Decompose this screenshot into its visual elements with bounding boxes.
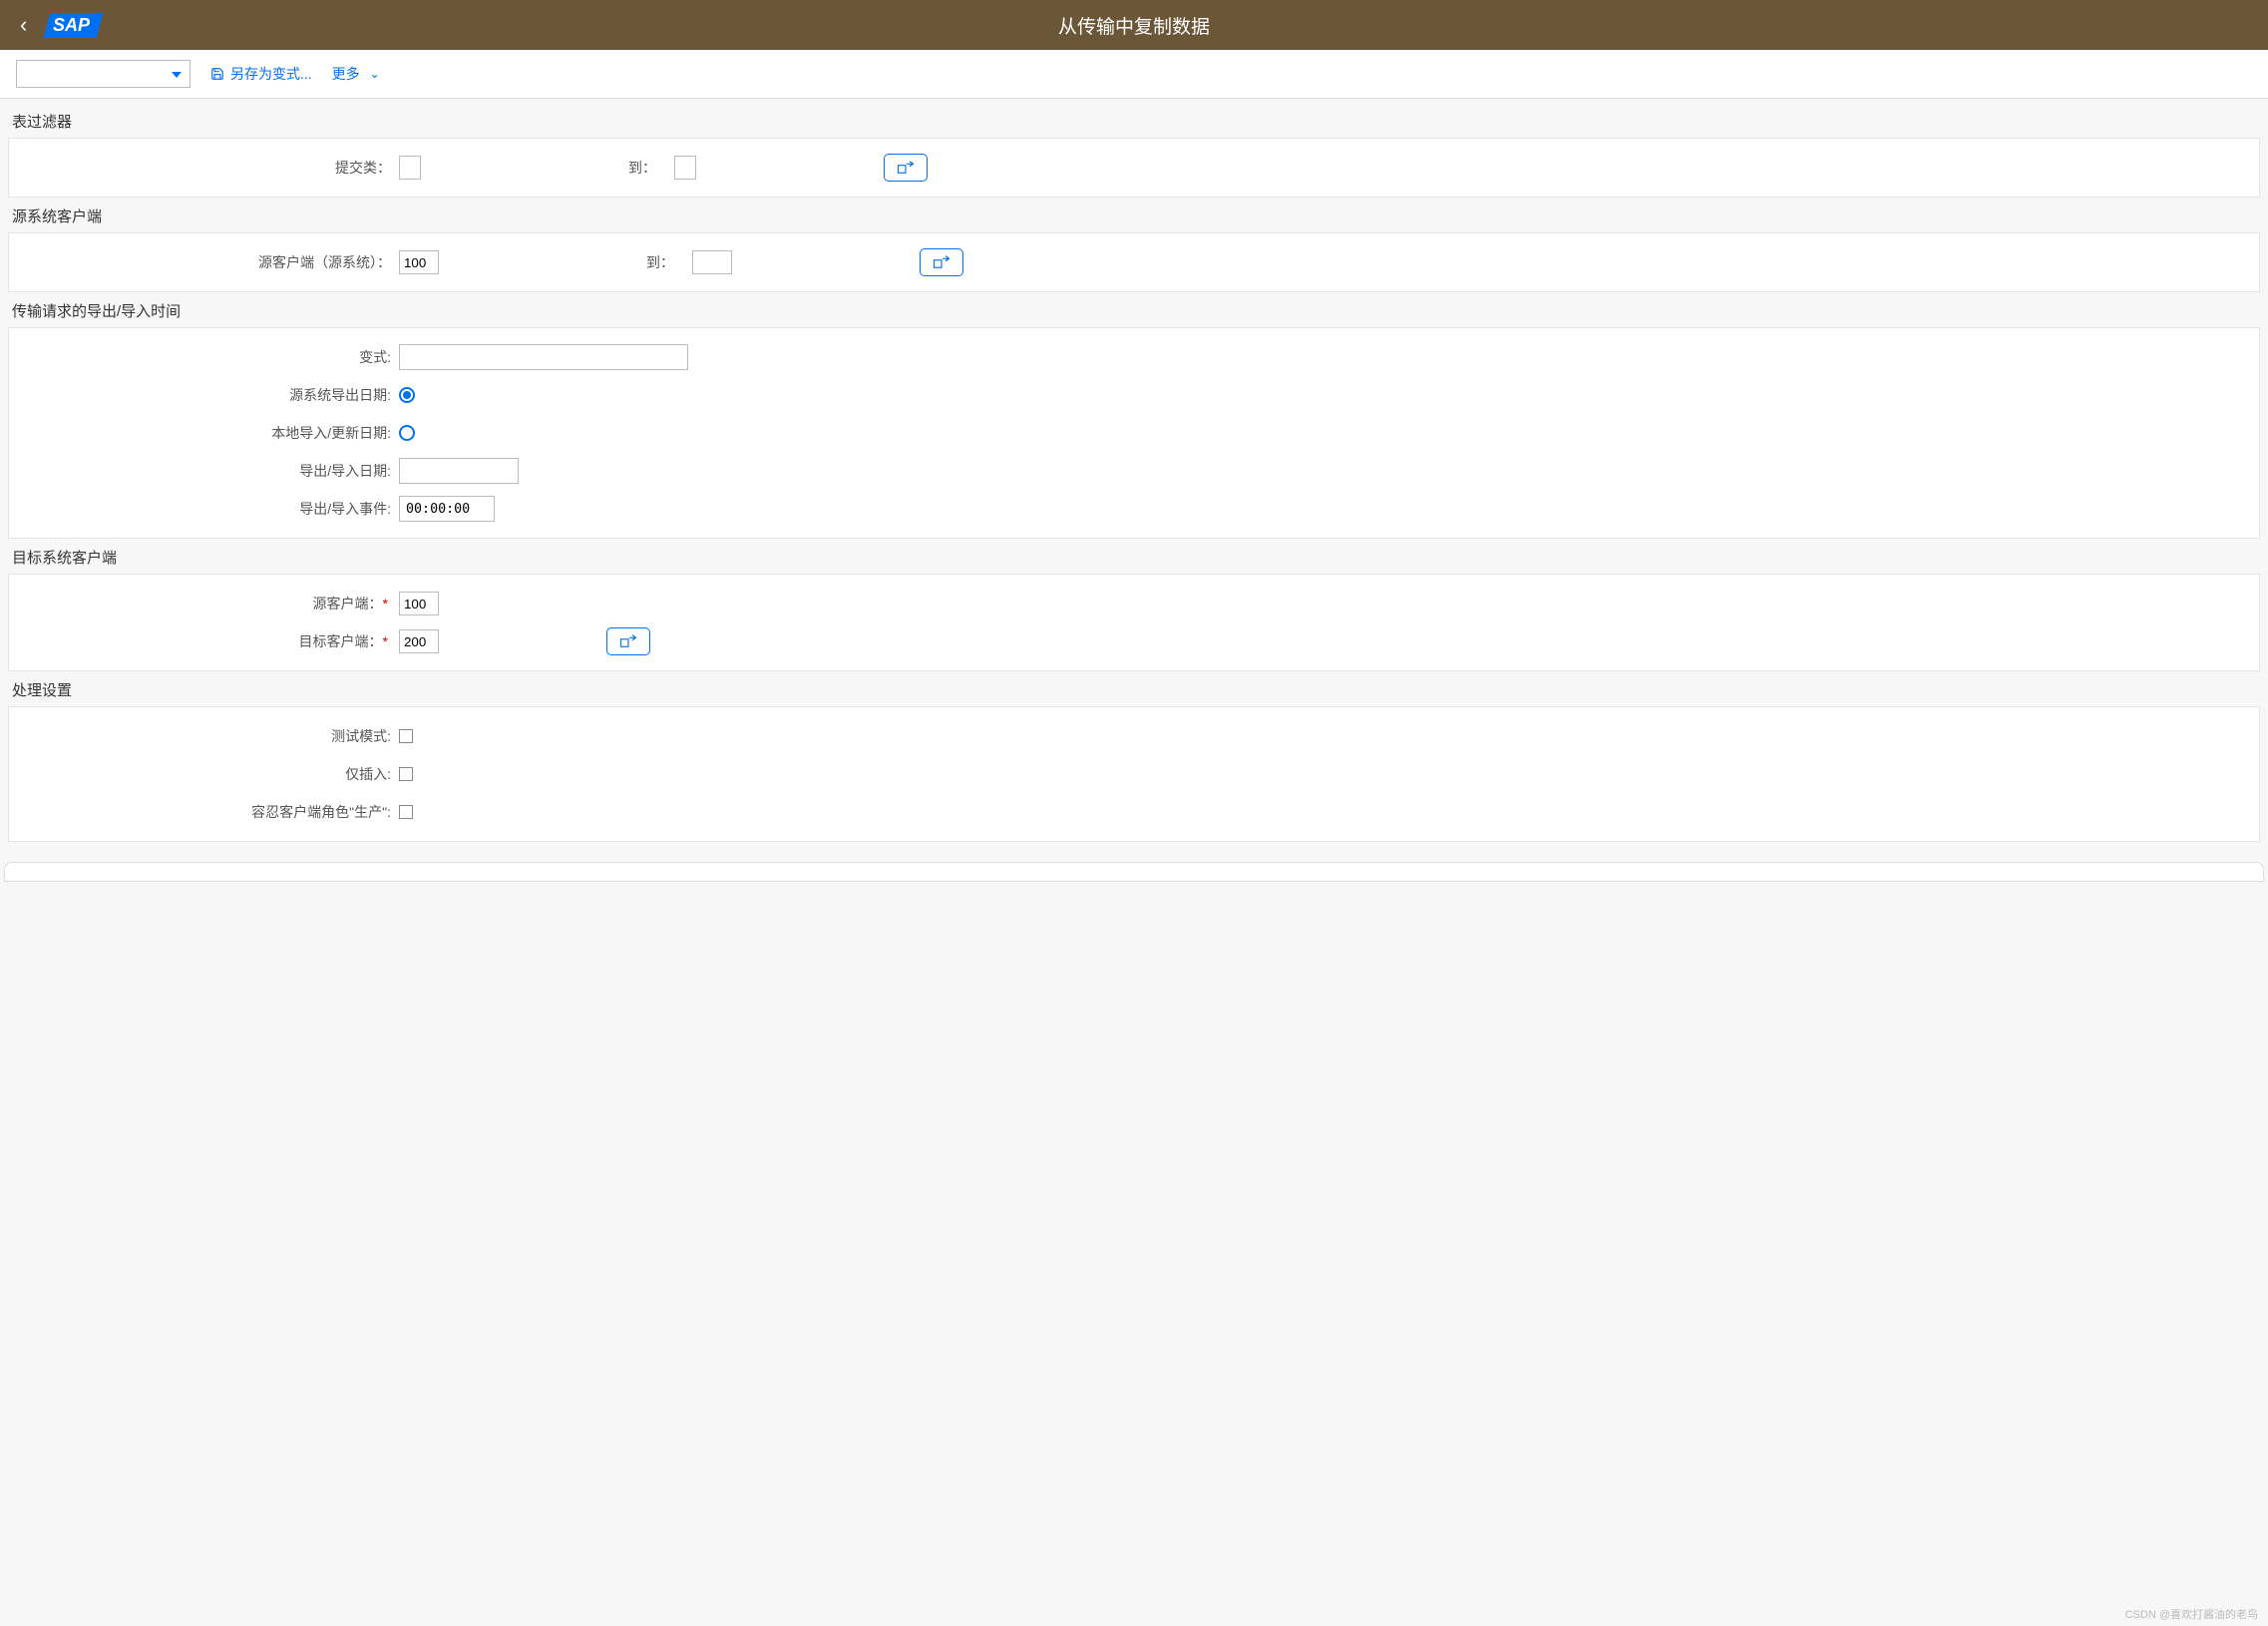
- back-button[interactable]: ‹: [20, 12, 27, 38]
- export-import-event-label: 导出/导入事件:: [25, 499, 399, 519]
- target-client-label: 目标客户端：*: [25, 631, 399, 651]
- form-field: 到：: [399, 154, 2243, 182]
- tolerate-prod-checkbox[interactable]: [399, 805, 413, 819]
- more-button[interactable]: 更多 ⌄: [332, 64, 380, 84]
- insert-only-label: 仅插入:: [25, 764, 399, 784]
- form-row-variant: 变式:: [25, 338, 2243, 376]
- form-field: [399, 425, 2243, 441]
- form-row-export-import-date: 导出/导入日期:: [25, 452, 2243, 490]
- form-field: [399, 592, 2243, 615]
- insert-only-checkbox[interactable]: [399, 767, 413, 781]
- section-title-processing: 处理设置: [8, 679, 2260, 700]
- save-icon: [210, 67, 224, 81]
- test-mode-label: 测试模式:: [25, 726, 399, 746]
- multiple-selection-button[interactable]: [884, 154, 928, 182]
- chevron-down-icon: ⌄: [370, 67, 380, 81]
- content-area: 表过滤器 提交类： 到： 源系统客户端: [0, 99, 2268, 862]
- multiple-selection-button[interactable]: [920, 248, 963, 276]
- section-target-client: 目标系统客户端 源客户端：* 目标客户端：*: [8, 547, 2260, 671]
- app-header: ‹ SAP 从传输中复制数据: [0, 0, 2268, 50]
- form-field: [399, 458, 2243, 484]
- to-label: 到：: [628, 158, 656, 178]
- section-title-source-client: 源系统客户端: [8, 205, 2260, 226]
- form-row-target-client: 目标客户端：*: [25, 622, 2243, 660]
- variant-label: 变式:: [25, 347, 399, 367]
- submit-type-label: 提交类：: [25, 158, 399, 178]
- submit-type-to-input[interactable]: [674, 156, 696, 180]
- submit-type-input[interactable]: [399, 156, 421, 180]
- section-body: 源客户端（源系统）： 到：: [8, 232, 2260, 292]
- multiple-selection-icon: [897, 161, 915, 175]
- variant-select[interactable]: [16, 60, 190, 88]
- save-as-variant-label: 另存为变式...: [230, 64, 312, 84]
- form-field: 到：: [399, 248, 2243, 276]
- export-date-radio[interactable]: [399, 387, 415, 403]
- page-title: 从传输中复制数据: [1058, 12, 1210, 39]
- form-field: [399, 767, 2243, 781]
- form-field: [399, 387, 2243, 403]
- section-title-transport-time: 传输请求的导出/导入时间: [8, 300, 2260, 321]
- required-indicator: *: [383, 596, 388, 611]
- section-title-table-filter: 表过滤器: [8, 111, 2260, 132]
- multiple-selection-icon: [619, 634, 637, 648]
- footer-bar: [4, 862, 2264, 882]
- section-body: 变式: 源系统导出日期: 本地导入/更新日期: 导出/导入日期:: [8, 327, 2260, 539]
- form-field: [399, 627, 2243, 655]
- test-mode-checkbox[interactable]: [399, 729, 413, 743]
- local-import-radio[interactable]: [399, 425, 415, 441]
- target-source-client-label: 源客户端：*: [25, 594, 399, 613]
- section-source-client: 源系统客户端 源客户端（源系统）： 到：: [8, 205, 2260, 292]
- section-body: 提交类： 到：: [8, 138, 2260, 198]
- source-client-input[interactable]: [399, 250, 439, 274]
- form-field: [399, 496, 2243, 522]
- section-title-target-client: 目标系统客户端: [8, 547, 2260, 568]
- local-import-label: 本地导入/更新日期:: [25, 423, 399, 443]
- variant-input[interactable]: [399, 344, 688, 370]
- export-import-date-label: 导出/导入日期:: [25, 461, 399, 481]
- form-field: [399, 344, 2243, 370]
- form-row-local-import: 本地导入/更新日期:: [25, 414, 2243, 452]
- export-import-date-input[interactable]: [399, 458, 519, 484]
- more-label: 更多: [332, 64, 360, 84]
- source-client-to-input[interactable]: [692, 250, 732, 274]
- form-row-export-date: 源系统导出日期:: [25, 376, 2243, 414]
- form-field: [399, 729, 2243, 743]
- tolerate-prod-label: 容忍客户端角色"生产":: [25, 802, 399, 822]
- target-source-client-input[interactable]: [399, 592, 439, 615]
- form-row-tolerate-prod: 容忍客户端角色"生产":: [25, 793, 2243, 831]
- save-as-variant-button[interactable]: 另存为变式...: [210, 64, 312, 84]
- sap-logo: SAP: [44, 13, 104, 38]
- form-row-insert-only: 仅插入:: [25, 755, 2243, 793]
- section-processing: 处理设置 测试模式: 仅插入: 容忍客户端角色"生产":: [8, 679, 2260, 842]
- to-label: 到：: [646, 252, 674, 272]
- export-import-event-input[interactable]: [399, 496, 495, 522]
- source-client-label: 源客户端（源系统）：: [25, 252, 399, 272]
- form-row-target-source-client: 源客户端：*: [25, 585, 2243, 622]
- form-row-test-mode: 测试模式:: [25, 717, 2243, 755]
- required-indicator: *: [383, 633, 388, 649]
- target-client-input[interactable]: [399, 629, 439, 653]
- section-transport-time: 传输请求的导出/导入时间 变式: 源系统导出日期: 本地导入/更新日期:: [8, 300, 2260, 539]
- form-row-export-import-event: 导出/导入事件:: [25, 490, 2243, 528]
- export-date-label: 源系统导出日期:: [25, 385, 399, 405]
- form-row-submit-type: 提交类： 到：: [25, 149, 2243, 187]
- section-table-filter: 表过滤器 提交类： 到：: [8, 111, 2260, 198]
- form-row-source-client: 源客户端（源系统）： 到：: [25, 243, 2243, 281]
- section-body: 源客户端：* 目标客户端：*: [8, 574, 2260, 671]
- watermark: CSDN @喜欢打酱油的老鸟: [2125, 1606, 2258, 1622]
- multiple-selection-button[interactable]: [606, 627, 650, 655]
- toolbar: 另存为变式... 更多 ⌄: [0, 50, 2268, 99]
- multiple-selection-icon: [933, 255, 950, 269]
- form-field: [399, 805, 2243, 819]
- section-body: 测试模式: 仅插入: 容忍客户端角色"生产":: [8, 706, 2260, 842]
